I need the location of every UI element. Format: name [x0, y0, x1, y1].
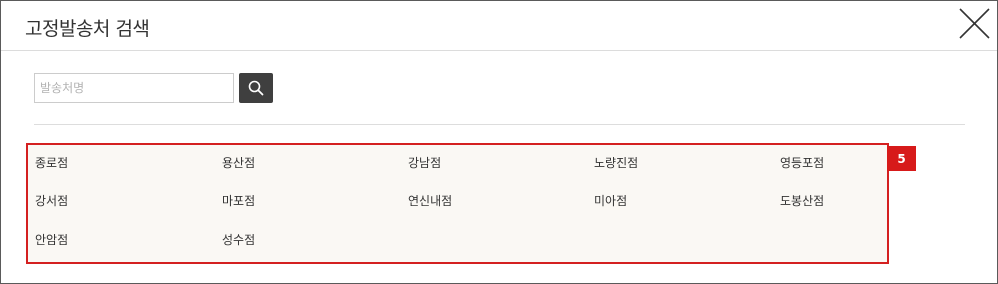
- results-panel: 종로점 용산점 강남점 노량진점 영등포점 강서점 마포점 연신내점 미아점 도…: [26, 143, 889, 264]
- result-item[interactable]: 안암점: [35, 231, 68, 248]
- result-item[interactable]: 연신내점: [408, 192, 452, 209]
- result-item[interactable]: 도봉산점: [780, 192, 824, 209]
- dialog-title: 고정발송처 검색: [25, 18, 150, 40]
- result-item[interactable]: 마포점: [222, 192, 255, 209]
- count-badge: 5: [887, 146, 916, 171]
- result-item[interactable]: 성수점: [222, 231, 255, 248]
- search-dialog: 고정발송처 검색 종로점 용산점 강남점 노량진점 영등포점 강서점 마포점 연…: [0, 0, 998, 284]
- search-button[interactable]: [239, 73, 273, 103]
- result-item[interactable]: 강서점: [35, 192, 68, 209]
- result-item[interactable]: 미아점: [594, 192, 627, 209]
- result-item[interactable]: 영등포점: [780, 154, 824, 171]
- result-item[interactable]: 강남점: [408, 154, 441, 171]
- result-item[interactable]: 종로점: [35, 154, 68, 171]
- close-icon[interactable]: [958, 7, 991, 40]
- result-item[interactable]: 용산점: [222, 154, 255, 171]
- dialog-header: 고정발송처 검색: [1, 1, 997, 51]
- divider: [34, 124, 965, 125]
- search-input[interactable]: [34, 73, 234, 103]
- search-icon: [248, 80, 264, 96]
- result-item[interactable]: 노량진점: [594, 154, 638, 171]
